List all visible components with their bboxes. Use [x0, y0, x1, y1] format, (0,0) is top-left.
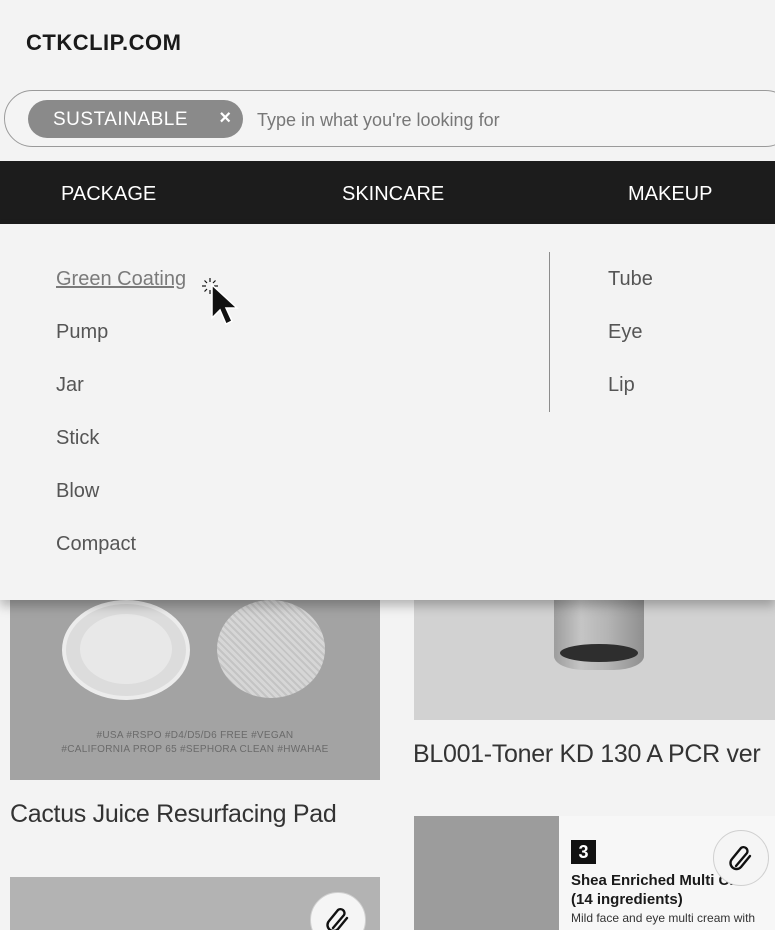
- menu-item-jar[interactable]: Jar: [56, 374, 84, 397]
- product-image-cactus-pad[interactable]: #USA #RSPO #D4/D5/D6 FREE #VEGAN #CALIFO…: [10, 590, 380, 780]
- cotton-pad-illustration: [217, 600, 325, 698]
- filter-chip-label: SUSTAINABLE: [53, 109, 189, 130]
- image-desc: Mild face and eye multi cream with: [571, 911, 756, 925]
- menu-item-blow[interactable]: Blow: [56, 480, 99, 503]
- paperclip-icon: [729, 845, 752, 871]
- category-nav: PACKAGE SKINCARE MAKEUP: [0, 161, 775, 224]
- product-title[interactable]: Cactus Juice Resurfacing Pad: [10, 800, 337, 829]
- menu-column-divider: [549, 252, 550, 412]
- menu-item-lip[interactable]: Lip: [608, 374, 635, 397]
- clip-button[interactable]: [713, 830, 769, 886]
- filter-chip-sustainable: SUSTAINABLE ×: [28, 100, 243, 138]
- chip-close-icon[interactable]: ×: [219, 107, 231, 130]
- product-grid: #USA #RSPO #D4/D5/D6 FREE #VEGAN #CALIFO…: [0, 590, 775, 930]
- site-logo[interactable]: CTKCLIP.COM: [26, 30, 181, 56]
- package-dropdown-menu: Green Coating Pump Jar Stick Blow Compac…: [0, 224, 775, 600]
- bottle-base: [560, 644, 638, 662]
- menu-item-green-coating[interactable]: Green Coating: [56, 268, 186, 291]
- menu-item-tube[interactable]: Tube: [608, 268, 653, 291]
- image-tag-line: #USA #RSPO #D4/D5/D6 FREE #VEGAN: [96, 730, 294, 741]
- step-badge: 3: [571, 840, 596, 864]
- product-title[interactable]: BL001-Toner KD 130 A PCR ver: [413, 740, 761, 769]
- image-title-line: (14 ingredients): [571, 891, 683, 908]
- search-bar: SUSTAINABLE ×: [4, 90, 775, 147]
- tab-skincare[interactable]: SKINCARE: [342, 183, 444, 206]
- menu-item-stick[interactable]: Stick: [56, 427, 99, 450]
- product-photo-area: [414, 816, 559, 930]
- tab-makeup[interactable]: MAKEUP: [628, 183, 712, 206]
- menu-item-eye[interactable]: Eye: [608, 321, 642, 344]
- paperclip-icon: [326, 907, 349, 930]
- product-image-toner[interactable]: [414, 590, 775, 720]
- pad-jar-illustration: [62, 600, 190, 700]
- image-tag-line: #CALIFORNIA PROP 65 #SEPHORA CLEAN #HWAH…: [61, 744, 329, 755]
- search-input[interactable]: [257, 107, 757, 133]
- tab-package[interactable]: PACKAGE: [61, 183, 156, 206]
- menu-item-pump[interactable]: Pump: [56, 321, 108, 344]
- menu-item-compact[interactable]: Compact: [56, 533, 136, 556]
